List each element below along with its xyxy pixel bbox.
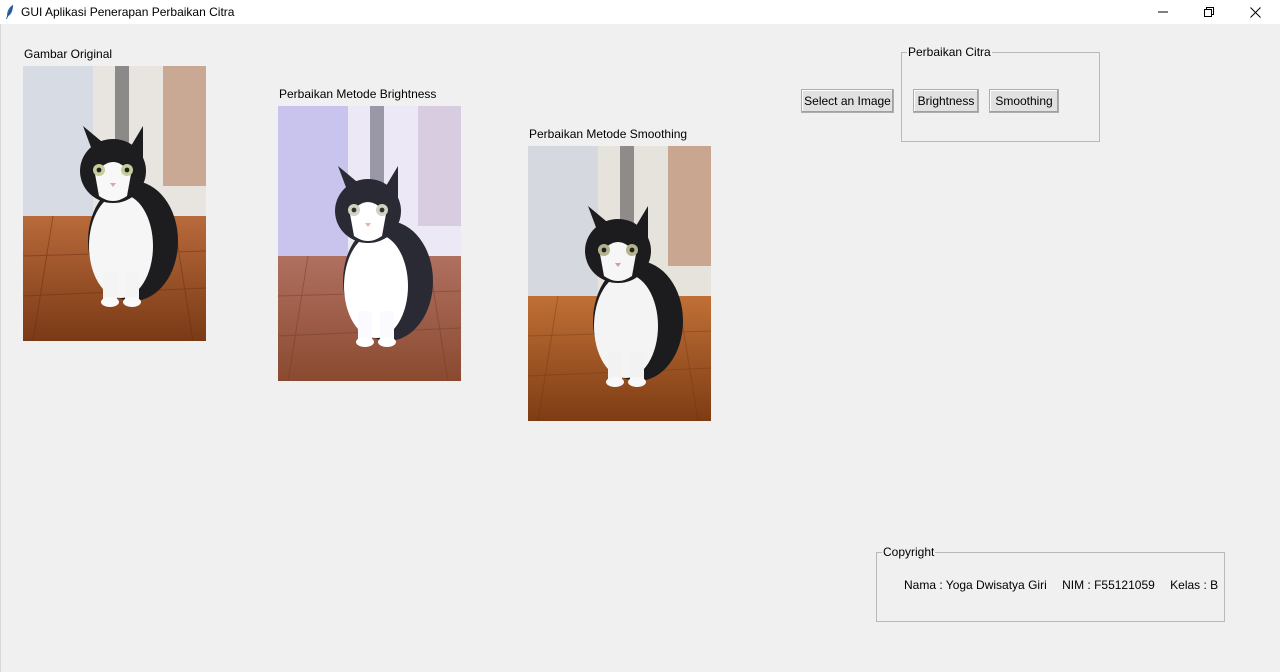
app-window: GUI Aplikasi Penerapan Perbaikan Citra G…: [0, 0, 1280, 672]
window-title: GUI Aplikasi Penerapan Perbaikan Citra: [21, 5, 235, 19]
copyright-nim: NIM : F55121059: [1062, 578, 1155, 592]
copyright-group: Copyright Nama : Yoga Dwisatya Giri NIM …: [876, 545, 1225, 622]
original-image: [23, 66, 206, 341]
client-area: Gambar Original Perbaikan Metode Brightn…: [0, 24, 1280, 672]
cat-photo-smoothing: [528, 146, 711, 421]
copyright-title: Copyright: [882, 545, 936, 559]
perbaikan-citra-group: Perbaikan Citra Brightness Smoothing: [901, 45, 1100, 142]
close-icon: [1249, 6, 1261, 18]
restore-icon: [1204, 7, 1214, 17]
restore-button[interactable]: [1186, 0, 1232, 24]
minimize-button[interactable]: [1140, 0, 1186, 24]
copyright-kelas: Kelas : B: [1170, 578, 1219, 592]
perbaikan-citra-title: Perbaikan Citra: [907, 45, 992, 59]
cat-photo-original: [23, 66, 206, 341]
smoothing-image-label: Perbaikan Metode Smoothing: [529, 127, 688, 141]
brightness-image-label: Perbaikan Metode Brightness: [279, 87, 437, 101]
close-button[interactable]: [1232, 0, 1278, 24]
title-bar[interactable]: GUI Aplikasi Penerapan Perbaikan Citra: [0, 0, 1280, 24]
brightness-button[interactable]: Brightness: [913, 89, 979, 113]
smoothing-image: [528, 146, 711, 421]
smoothing-button[interactable]: Smoothing: [989, 89, 1059, 113]
original-image-label: Gambar Original: [24, 47, 113, 61]
minimize-icon: [1158, 11, 1168, 13]
brightness-image: [278, 106, 461, 381]
feather-icon: [6, 4, 14, 19]
copyright-nama: Nama : Yoga Dwisatya Giri: [904, 578, 1047, 592]
select-image-button[interactable]: Select an Image: [801, 89, 894, 113]
copyright-info: Nama : Yoga Dwisatya Giri NIM : F5512105…: [904, 578, 1230, 592]
cat-photo-brightness: [278, 106, 461, 381]
